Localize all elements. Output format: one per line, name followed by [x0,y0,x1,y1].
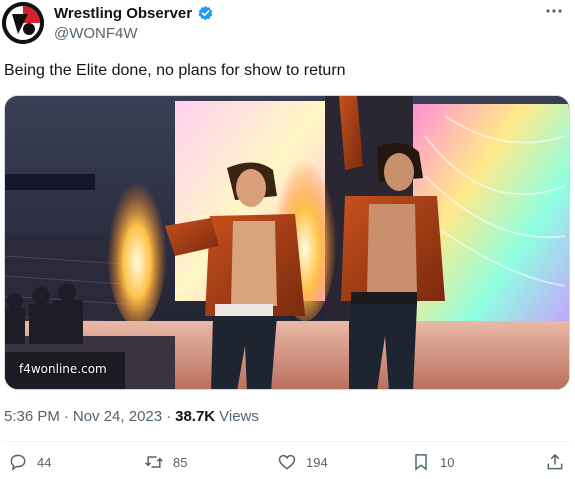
heart-icon [278,454,296,470]
tweet-date[interactable]: Nov 24, 2023 [73,408,162,425]
share-icon [547,453,563,470]
media-watermark: f4wonline.com [19,362,107,376]
reply-icon [10,454,26,471]
author-name-row: Wrestling Observer [54,5,214,22]
reply-count: 44 [37,454,52,470]
views-label: Views [219,408,259,425]
tweet-media-photo[interactable]: f4wonline.com [4,95,570,390]
repost-count: 85 [173,454,188,470]
share-button[interactable] [545,452,565,472]
author-avatar[interactable] [2,2,44,44]
author-display-name[interactable]: Wrestling Observer [54,5,192,22]
wrestling-observer-logo-icon [2,2,44,44]
bookmark-button[interactable]: 10 [411,452,454,472]
tweet-text: Being the Elite done, no plans for show … [4,62,346,79]
tweet-meta: 5:36 PM · Nov 24, 2023 · 38.7K Views [4,408,259,425]
like-count: 194 [306,454,328,470]
views-count: 38.7K [175,408,216,425]
meta-separator: · [166,408,172,425]
tweet-actions-bar: 44 85 194 10 [0,452,575,478]
like-button[interactable]: 194 [277,452,328,472]
reply-button[interactable]: 44 [8,452,51,472]
verified-badge-icon [197,5,214,22]
repost-icon [145,456,163,468]
bookmark-icon [415,454,427,471]
tweet-time[interactable]: 5:36 PM [4,408,60,425]
author-handle[interactable]: @WONF4W [54,25,138,42]
repost-button[interactable]: 85 [144,452,187,472]
tweet-card: Wrestling Observer @WONF4W Being the Eli… [0,0,575,479]
meta-separator: · [63,408,69,425]
divider [4,441,571,442]
wrestlers-entrance-photo [5,96,569,389]
more-options-icon[interactable] [541,4,567,24]
bookmark-count: 10 [440,454,455,470]
